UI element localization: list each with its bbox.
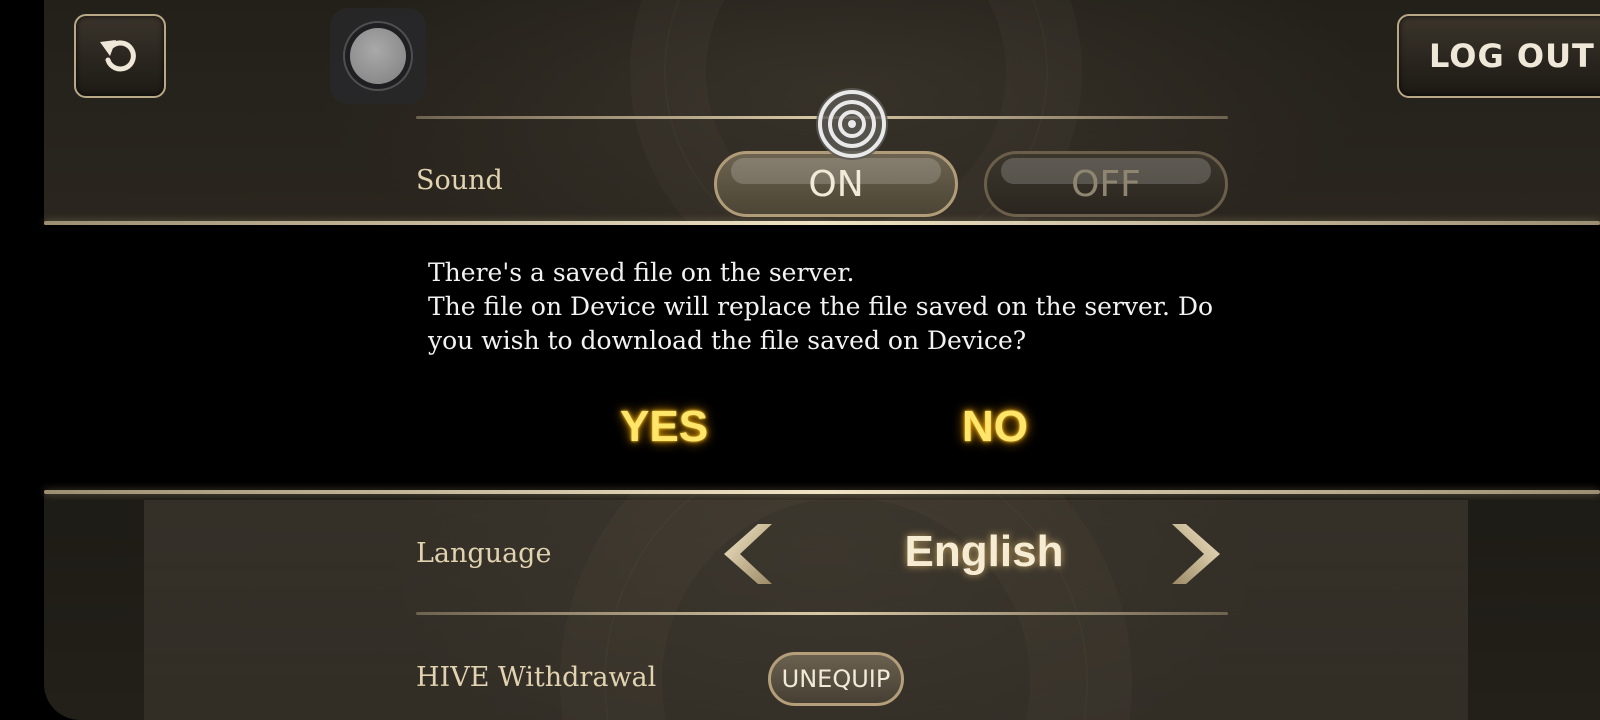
back-button[interactable] xyxy=(74,14,166,98)
floating-joystick-icon xyxy=(350,28,406,84)
chevron-right-icon[interactable] xyxy=(1166,522,1226,586)
sound-off-button[interactable]: OFF xyxy=(984,151,1228,217)
floating-joystick-button[interactable] xyxy=(330,8,426,104)
no-button[interactable]: NO xyxy=(962,402,1028,452)
undo-arrow-icon xyxy=(100,40,136,72)
logout-label: LOG OUT xyxy=(1429,37,1595,75)
sound-on-label: ON xyxy=(808,163,864,205)
logout-button[interactable]: LOG OUT xyxy=(1397,14,1600,98)
unequip-label: UNEQUIP xyxy=(781,665,891,693)
divider-language xyxy=(416,612,1228,615)
dialog-message: There's a saved file on the server. The … xyxy=(428,258,1214,355)
language-value: English xyxy=(904,527,1064,576)
sound-label: Sound xyxy=(416,165,503,196)
yes-button[interactable]: YES xyxy=(620,402,708,452)
sound-off-label: OFF xyxy=(1071,163,1141,205)
unequip-button[interactable]: UNEQUIP xyxy=(768,652,904,706)
language-label: Language xyxy=(416,538,552,569)
dialog-border-bottom xyxy=(44,490,1600,494)
hive-withdrawal-label: HIVE Withdrawal xyxy=(416,662,657,693)
chevron-left-icon[interactable] xyxy=(718,522,778,586)
screen: LOG OUT Sound ON OFF There's a saved fil… xyxy=(0,0,1600,720)
target-icon xyxy=(816,88,888,160)
